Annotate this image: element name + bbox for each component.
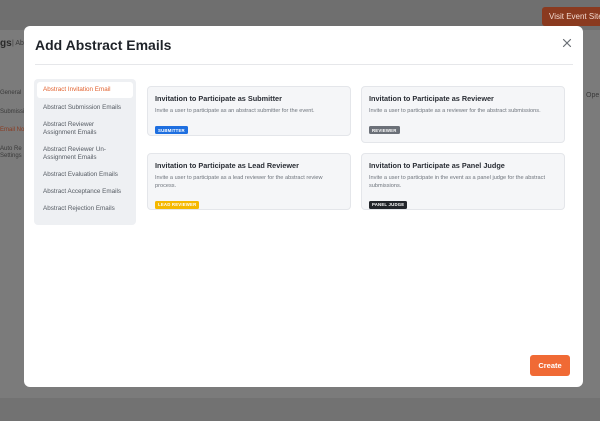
background-page-title: gs: [0, 38, 12, 49]
nav-item-abstract-evaluation-emails[interactable]: Abstract Evaluation Emails: [37, 167, 133, 183]
modal-title: Add Abstract Emails: [35, 37, 172, 53]
email-template-card-reviewer[interactable]: Invitation to Participate as Reviewer In…: [361, 86, 565, 143]
card-title: Invitation to Participate as Lead Review…: [155, 161, 299, 170]
lead-reviewer-badge: LEAD REVIEWER: [155, 200, 200, 209]
panel-judge-badge: PANEL JUDGE: [369, 200, 408, 209]
background-sidebar-item: Auto Re: [0, 146, 22, 152]
email-category-nav: Abstract Invitation Email Abstract Submi…: [34, 79, 136, 225]
nav-item-abstract-rejection-emails[interactable]: Abstract Rejection Emails: [37, 201, 133, 217]
nav-item-abstract-invitation-email[interactable]: Abstract Invitation Email: [37, 82, 133, 98]
email-template-card-panel-judge[interactable]: Invitation to Participate as Panel Judge…: [361, 153, 565, 210]
modal-divider: [35, 64, 573, 65]
background-sidebar-item: General: [0, 90, 22, 96]
card-title: Invitation to Participate as Submitter: [155, 94, 282, 103]
card-title: Invitation to Participate as Panel Judge: [369, 161, 505, 170]
card-title: Invitation to Participate as Reviewer: [369, 94, 494, 103]
close-icon[interactable]: [560, 36, 574, 50]
background-sidebar-item: Email No: [0, 127, 25, 133]
submitter-badge: SUBMITTER: [155, 126, 188, 134]
email-template-card-submitter[interactable]: Invitation to Participate as Submitter I…: [147, 86, 351, 136]
card-description: Invite a user to participate as a lead r…: [155, 175, 323, 189]
nav-item-abstract-submission-emails[interactable]: Abstract Submission Emails: [37, 100, 133, 116]
background-sidebar-item: Settings: [0, 153, 22, 159]
background-breadcrumb: | Ab: [12, 40, 24, 47]
background-label: Ope: [586, 92, 600, 99]
nav-item-abstract-reviewer-assignment-emails[interactable]: Abstract Reviewer Assignment Emails: [37, 117, 133, 141]
nav-item-abstract-acceptance-emails[interactable]: Abstract Acceptance Emails: [37, 184, 133, 200]
nav-item-abstract-reviewer-unassignment-emails[interactable]: Abstract Reviewer Un-Assignment Emails: [37, 142, 133, 166]
background-sidebar-item: Submissi: [0, 109, 25, 115]
email-template-card-lead-reviewer[interactable]: Invitation to Participate as Lead Review…: [147, 153, 351, 210]
card-description: Invite a user to participate as an abstr…: [155, 108, 315, 114]
create-button[interactable]: Create: [530, 355, 570, 376]
visit-event-site-button[interactable]: Visit Event Site: [542, 7, 600, 26]
card-description: Invite a user to participate in the even…: [369, 175, 546, 189]
reviewer-badge: REVIEWER: [369, 126, 400, 134]
card-description: Invite a user to participate as a review…: [369, 108, 541, 114]
background-bottom-band: [0, 398, 600, 421]
add-abstract-emails-modal: Add Abstract Emails Abstract Invitation …: [24, 26, 583, 387]
